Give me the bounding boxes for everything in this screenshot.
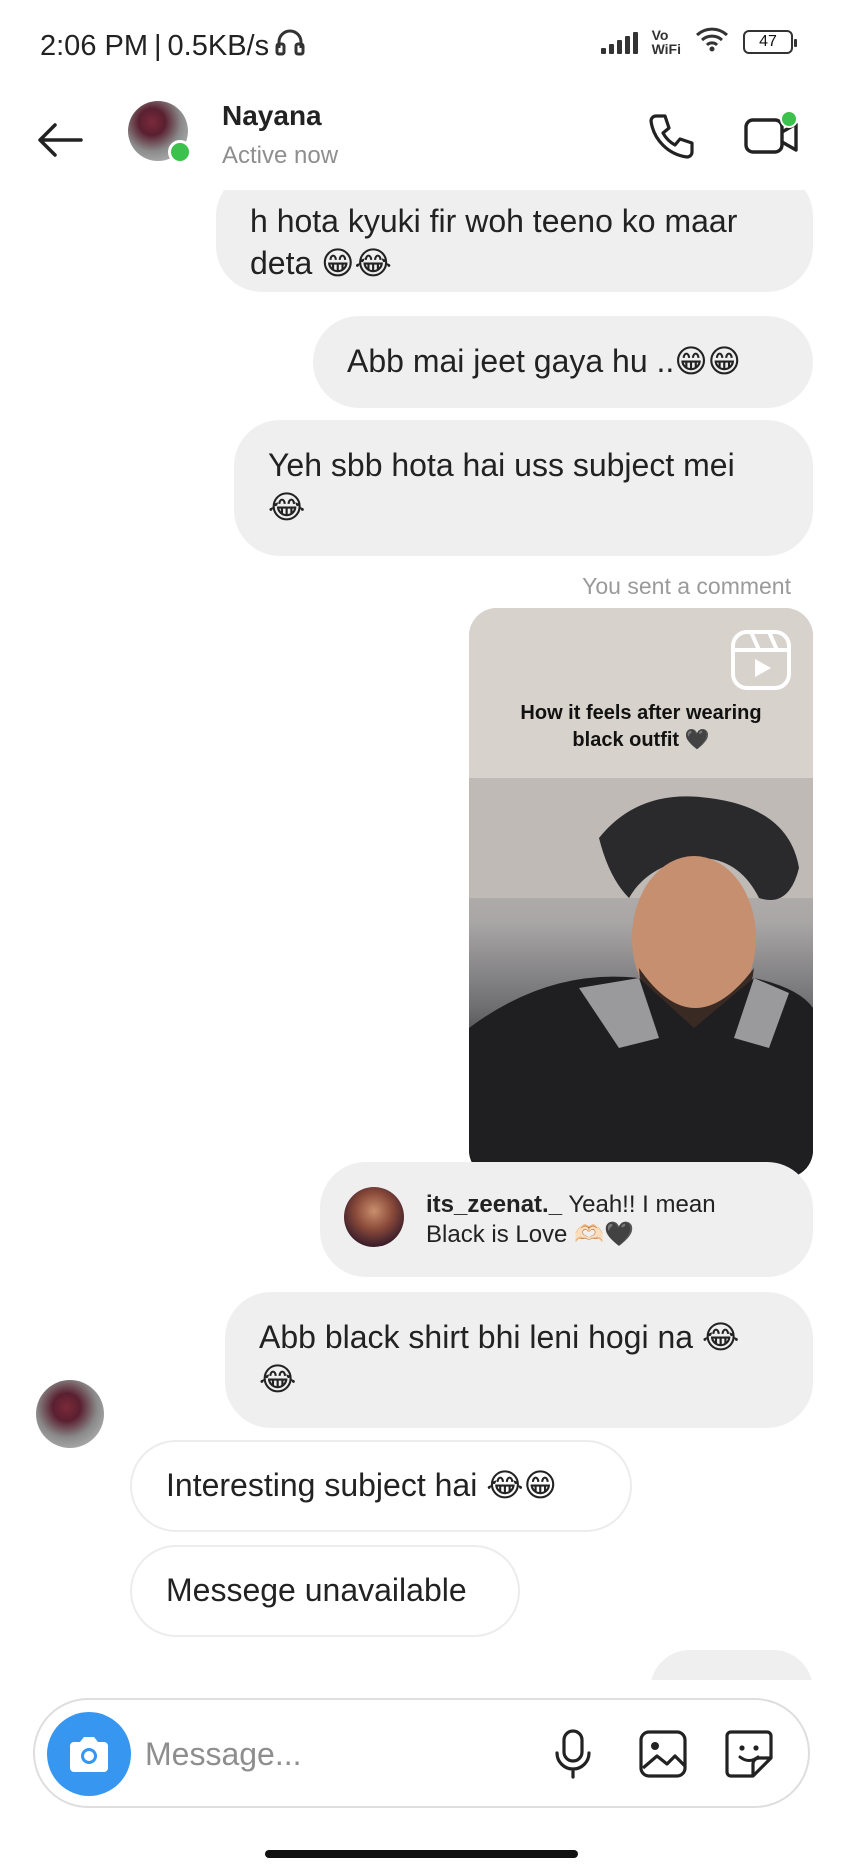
message-text: 😂 bbox=[268, 489, 306, 525]
comment-username: its_zeenat._ bbox=[426, 1191, 563, 1218]
sticker-button[interactable] bbox=[719, 1724, 779, 1784]
message-bubble-received[interactable]: Messege unavailable bbox=[130, 1545, 520, 1637]
message-bubble-sent-partial[interactable] bbox=[650, 1650, 813, 1680]
reel-caption: How it feels after wearing black outfit … bbox=[469, 700, 813, 754]
camera-icon bbox=[70, 1737, 108, 1772]
back-arrow-icon bbox=[38, 123, 83, 157]
message-input[interactable] bbox=[145, 1726, 545, 1782]
video-call-button[interactable] bbox=[740, 104, 804, 168]
gallery-icon bbox=[639, 1730, 687, 1778]
comment-text: its_zeenat._ Yeah!! I mean Black is Love… bbox=[426, 1190, 786, 1250]
message-bubble-sent[interactable]: Abb mai jeet gaya hu ..😁😁 bbox=[313, 316, 813, 408]
headphones-icon bbox=[275, 28, 305, 64]
battery-icon: 47 bbox=[743, 29, 797, 54]
sticker-icon bbox=[725, 1730, 773, 1778]
status-right: Vo WiFi 47 bbox=[600, 26, 797, 57]
clock: 2:06 PM bbox=[40, 29, 148, 62]
reel-caption-line: How it feels after wearing bbox=[520, 702, 762, 724]
voice-message-button[interactable] bbox=[545, 1726, 601, 1782]
video-active-dot bbox=[780, 110, 798, 128]
gallery-button[interactable] bbox=[635, 1726, 691, 1782]
message-bubble-sent[interactable]: Yeh sbb hota hai uss subject mei 😂 bbox=[234, 420, 813, 556]
status-left: 2:06 PM | 0.5KB/s bbox=[40, 28, 305, 64]
status-separator: | bbox=[154, 29, 162, 62]
vowifi-top: Vo bbox=[651, 26, 669, 43]
contact-name[interactable]: Nayana bbox=[222, 100, 322, 132]
phone-icon bbox=[649, 114, 694, 159]
comment-line: Yeah!! I mean bbox=[568, 1191, 716, 1218]
status-bar: 2:06 PM | 0.5KB/s Vo WiFi 47 bbox=[0, 0, 843, 90]
battery-level: 47 bbox=[759, 32, 777, 50]
network-speed: 0.5KB/s bbox=[167, 29, 270, 62]
reel-caption-line: black outfit 🖤 bbox=[572, 729, 710, 751]
audio-call-button[interactable] bbox=[640, 108, 700, 168]
message-bubble-sent[interactable]: h hota kyuki fir woh teeno ko maar deta … bbox=[216, 190, 813, 292]
comment-line: Black is Love 🫶🏻🖤 bbox=[426, 1221, 634, 1248]
camera-button[interactable] bbox=[47, 1712, 131, 1796]
message-text: Abb black shirt bhi leni hogi na 😂 bbox=[259, 1319, 740, 1355]
vowifi-icon: Vo WiFi bbox=[652, 28, 681, 56]
shared-reel-label: You sent a comment bbox=[582, 573, 791, 599]
shared-reel[interactable]: How it feels after wearing black outfit … bbox=[469, 608, 813, 1178]
microphone-icon bbox=[555, 1729, 591, 1779]
wifi-icon bbox=[695, 26, 729, 57]
contact-status: Active now bbox=[222, 142, 339, 169]
reel-comment[interactable]: its_zeenat._ Yeah!! I mean Black is Love… bbox=[320, 1162, 813, 1277]
message-text: h hota kyuki fir woh teeno ko maar bbox=[250, 203, 738, 239]
message-text: Messege unavailable bbox=[166, 1572, 467, 1608]
commenter-avatar bbox=[344, 1187, 404, 1247]
message-text: Yeh sbb hota hai uss subject mei bbox=[268, 447, 735, 483]
online-indicator bbox=[168, 140, 192, 164]
back-button[interactable] bbox=[30, 110, 90, 170]
reel-thumbnail bbox=[469, 608, 813, 1178]
message-text: Interesting subject hai 😂😁 bbox=[166, 1467, 557, 1503]
message-composer bbox=[33, 1698, 810, 1808]
vowifi-bottom: WiFi bbox=[651, 40, 681, 57]
reels-icon bbox=[731, 630, 791, 690]
message-text: Abb mai jeet gaya hu ..😁😁 bbox=[347, 343, 742, 379]
message-bubble-received[interactable]: Interesting subject hai 😂😁 bbox=[130, 1440, 632, 1532]
chat-header: Nayana Active now bbox=[0, 90, 843, 190]
message-bubble-sent[interactable]: Abb black shirt bhi leni hogi na 😂 😂 bbox=[225, 1292, 813, 1428]
message-text: 😂 bbox=[259, 1361, 297, 1397]
message-list[interactable]: h hota kyuki fir woh teeno ko maar deta … bbox=[0, 190, 843, 1680]
message-text: deta 😁😂 bbox=[250, 245, 392, 281]
peer-avatar[interactable] bbox=[36, 1380, 104, 1448]
home-indicator[interactable] bbox=[265, 1850, 578, 1858]
signal-icon bbox=[600, 30, 638, 54]
